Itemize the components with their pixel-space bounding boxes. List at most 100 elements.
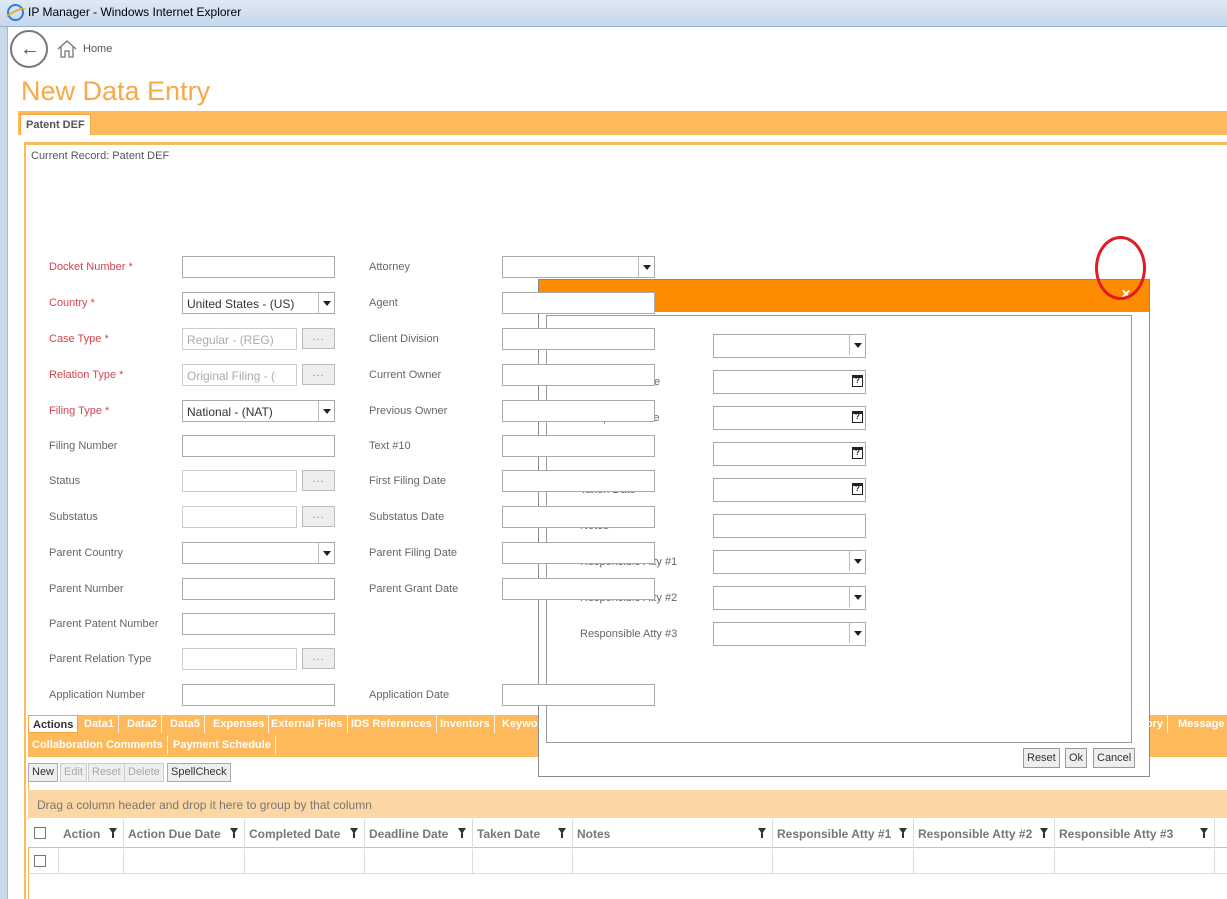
filing-number-field[interactable]: [182, 435, 335, 457]
previous-owner-field[interactable]: [502, 400, 655, 422]
parent-patent-number-field[interactable]: [182, 613, 335, 635]
tab-collaboration-comments[interactable]: Collaboration Comments: [28, 736, 168, 754]
app-content: ← Home New Data Entry Patent DEF Current…: [8, 27, 1227, 899]
calendar-icon[interactable]: [852, 447, 863, 459]
chevron-down-icon[interactable]: [849, 335, 865, 355]
tab-data1[interactable]: Data1: [80, 715, 119, 733]
parent-country-field[interactable]: [182, 542, 335, 564]
group-by-bar[interactable]: Drag a column header and drop it here to…: [28, 790, 1227, 818]
relation-type-field[interactable]: Original Filing - (OI: [182, 364, 297, 386]
dialog-cancel-button[interactable]: Cancel: [1093, 748, 1136, 768]
table-row[interactable]: [28, 849, 1227, 874]
tab-patent-def[interactable]: Patent DEF: [20, 114, 91, 135]
column-header-action-due-date[interactable]: Action Due Date: [124, 819, 245, 848]
dialog-deadline-date-field[interactable]: [713, 442, 866, 466]
back-button[interactable]: ←: [10, 30, 48, 68]
parent-country-label: Parent Country: [49, 547, 123, 559]
tab-istory[interactable]: istory: [1129, 715, 1168, 733]
filter-icon[interactable]: [1200, 828, 1208, 838]
filter-icon[interactable]: [350, 828, 358, 838]
filing-type-value: National - (NAT): [187, 405, 273, 419]
tab-message[interactable]: Message: [1174, 715, 1227, 733]
column-header-responsible-atty-3[interactable]: Responsible Atty #3: [1055, 819, 1215, 848]
spellcheck-button[interactable]: SpellCheck: [167, 763, 231, 782]
agent-field[interactable]: [502, 292, 655, 314]
chevron-down-icon[interactable]: [849, 551, 865, 571]
previous-owner-label: Previous Owner: [369, 405, 448, 417]
filter-icon[interactable]: [230, 828, 238, 838]
reset-button[interactable]: Reset: [88, 763, 125, 782]
column-header-deadline-date[interactable]: Deadline Date: [365, 819, 473, 848]
first-filing-date-field[interactable]: [502, 470, 655, 492]
tab-keywo[interactable]: Keywo: [498, 715, 543, 733]
chevron-down-icon[interactable]: [318, 293, 334, 313]
relation-type-lookup-button[interactable]: ...: [302, 364, 335, 385]
chevron-down-icon[interactable]: [318, 543, 334, 563]
calendar-icon[interactable]: [852, 411, 863, 423]
country-field[interactable]: United States - (US): [182, 292, 335, 314]
new-button[interactable]: New: [28, 763, 59, 782]
docket-number-field[interactable]: [182, 256, 335, 278]
parent-relation-type-lookup-button[interactable]: ...: [302, 648, 335, 669]
parent-relation-type-field[interactable]: [182, 648, 297, 670]
client-division-field[interactable]: [502, 328, 655, 350]
chevron-down-icon[interactable]: [318, 401, 334, 421]
dialog-action-field[interactable]: [713, 334, 866, 358]
filter-icon[interactable]: [758, 828, 766, 838]
status-lookup-button[interactable]: ...: [302, 470, 335, 491]
dialog-action-due-date-field[interactable]: [713, 370, 866, 394]
tab-inventors[interactable]: Inventors: [436, 715, 495, 733]
parent-number-field[interactable]: [182, 578, 335, 600]
edit-button[interactable]: Edit: [60, 763, 87, 782]
home-icon[interactable]: [56, 39, 78, 59]
column-header-notes[interactable]: Notes: [573, 819, 773, 848]
tab-payment-schedule[interactable]: Payment Schedule: [169, 736, 276, 754]
filter-icon[interactable]: [899, 828, 907, 838]
dialog-reset-button[interactable]: Reset: [1023, 748, 1060, 768]
attorney-field[interactable]: [502, 256, 655, 278]
dialog-taken-date-field[interactable]: [713, 478, 866, 502]
filter-icon[interactable]: [458, 828, 466, 838]
parent-filing-date-field[interactable]: [502, 542, 655, 564]
substatus-date-field[interactable]: [502, 506, 655, 528]
home-link[interactable]: Home: [83, 43, 112, 55]
dialog-completed-date-field[interactable]: [713, 406, 866, 430]
column-header-action[interactable]: Action: [59, 819, 124, 848]
select-all-checkbox[interactable]: [34, 827, 46, 839]
dialog-responsible-atty-2-field[interactable]: [713, 586, 866, 610]
tab-actions[interactable]: Actions: [28, 715, 79, 733]
filter-icon[interactable]: [558, 828, 566, 838]
substatus-field[interactable]: [182, 506, 297, 528]
status-field[interactable]: [182, 470, 297, 492]
chevron-down-icon[interactable]: [638, 257, 654, 277]
application-date-field[interactable]: [502, 684, 655, 706]
dialog-ok-button[interactable]: Ok: [1065, 748, 1088, 768]
tab-data5[interactable]: Data5: [166, 715, 205, 733]
column-header-responsible-atty-2[interactable]: Responsible Atty #2: [914, 819, 1055, 848]
filing-type-field[interactable]: National - (NAT): [182, 400, 335, 422]
chevron-down-icon[interactable]: [849, 587, 865, 607]
tab-ids-references[interactable]: IDS References: [347, 715, 437, 733]
filter-icon[interactable]: [109, 828, 117, 838]
dialog-responsible-atty-1-field[interactable]: [713, 550, 866, 574]
current-owner-field[interactable]: [502, 364, 655, 386]
calendar-icon[interactable]: [852, 375, 863, 387]
calendar-icon[interactable]: [852, 483, 863, 495]
case-type-field[interactable]: Regular - (REG): [182, 328, 297, 350]
application-number-field[interactable]: [182, 684, 335, 706]
chevron-down-icon[interactable]: [849, 623, 865, 643]
tab-external-files[interactable]: External Files: [267, 715, 348, 733]
dialog-responsible-atty-3-field[interactable]: [713, 622, 866, 646]
tab-data2[interactable]: Data2: [123, 715, 162, 733]
filter-icon[interactable]: [1040, 828, 1048, 838]
parent-grant-date-field[interactable]: [502, 578, 655, 600]
text-10-field[interactable]: [502, 435, 655, 457]
column-header-taken-date[interactable]: Taken Date: [473, 819, 573, 848]
column-header-responsible-atty-1[interactable]: Responsible Atty #1: [773, 819, 914, 848]
tab-expenses[interactable]: Expenses: [209, 715, 270, 733]
delete-button[interactable]: Delete: [124, 763, 164, 782]
case-type-lookup-button[interactable]: ...: [302, 328, 335, 349]
column-header-completed-date[interactable]: Completed Date: [245, 819, 365, 848]
dialog-notes-field[interactable]: [713, 514, 866, 538]
substatus-lookup-button[interactable]: ...: [302, 506, 335, 527]
